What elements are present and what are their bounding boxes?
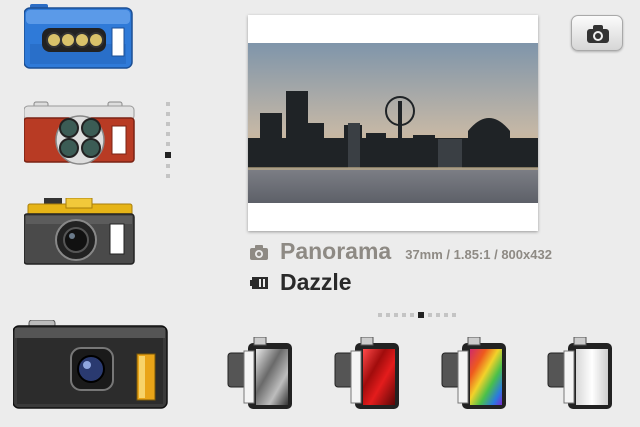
film-option-red[interactable] — [333, 336, 403, 418]
blue-camera-icon — [23, 4, 133, 69]
film-page-indicator — [378, 311, 460, 319]
rainbow-film-icon — [441, 336, 506, 409]
selected-camera[interactable] — [12, 319, 169, 415]
lens-name: Panorama — [280, 238, 392, 264]
camera-page-indicator — [165, 102, 171, 184]
camera-option-blue[interactable] — [23, 4, 134, 75]
preview-image — [248, 43, 538, 203]
camera-option-yellow[interactable] — [23, 197, 136, 271]
film-name: Dazzle — [280, 269, 352, 295]
film-icon — [250, 276, 268, 289]
film-option-rainbow[interactable] — [440, 336, 510, 418]
yellow-camera-icon — [23, 197, 135, 265]
camera-option-red[interactable] — [23, 100, 136, 171]
red-camera-icon — [23, 101, 135, 165]
camera-icon — [587, 25, 609, 43]
red-film-icon — [334, 336, 399, 409]
lens-info: Panorama 37mm / 1.85:1 / 800x432 — [250, 238, 552, 265]
lens-spec: 37mm / 1.85:1 / 800x432 — [405, 247, 552, 262]
bw-film-icon — [227, 336, 292, 409]
white-film-icon — [547, 336, 612, 409]
film-option-white[interactable] — [546, 336, 616, 418]
shutter-button[interactable] — [571, 15, 623, 51]
lens-camera-icon — [250, 244, 268, 260]
photo-preview — [248, 15, 538, 231]
film-option-bw[interactable] — [226, 336, 296, 418]
film-info: Dazzle — [250, 269, 352, 296]
black-camera-icon — [12, 319, 168, 409]
